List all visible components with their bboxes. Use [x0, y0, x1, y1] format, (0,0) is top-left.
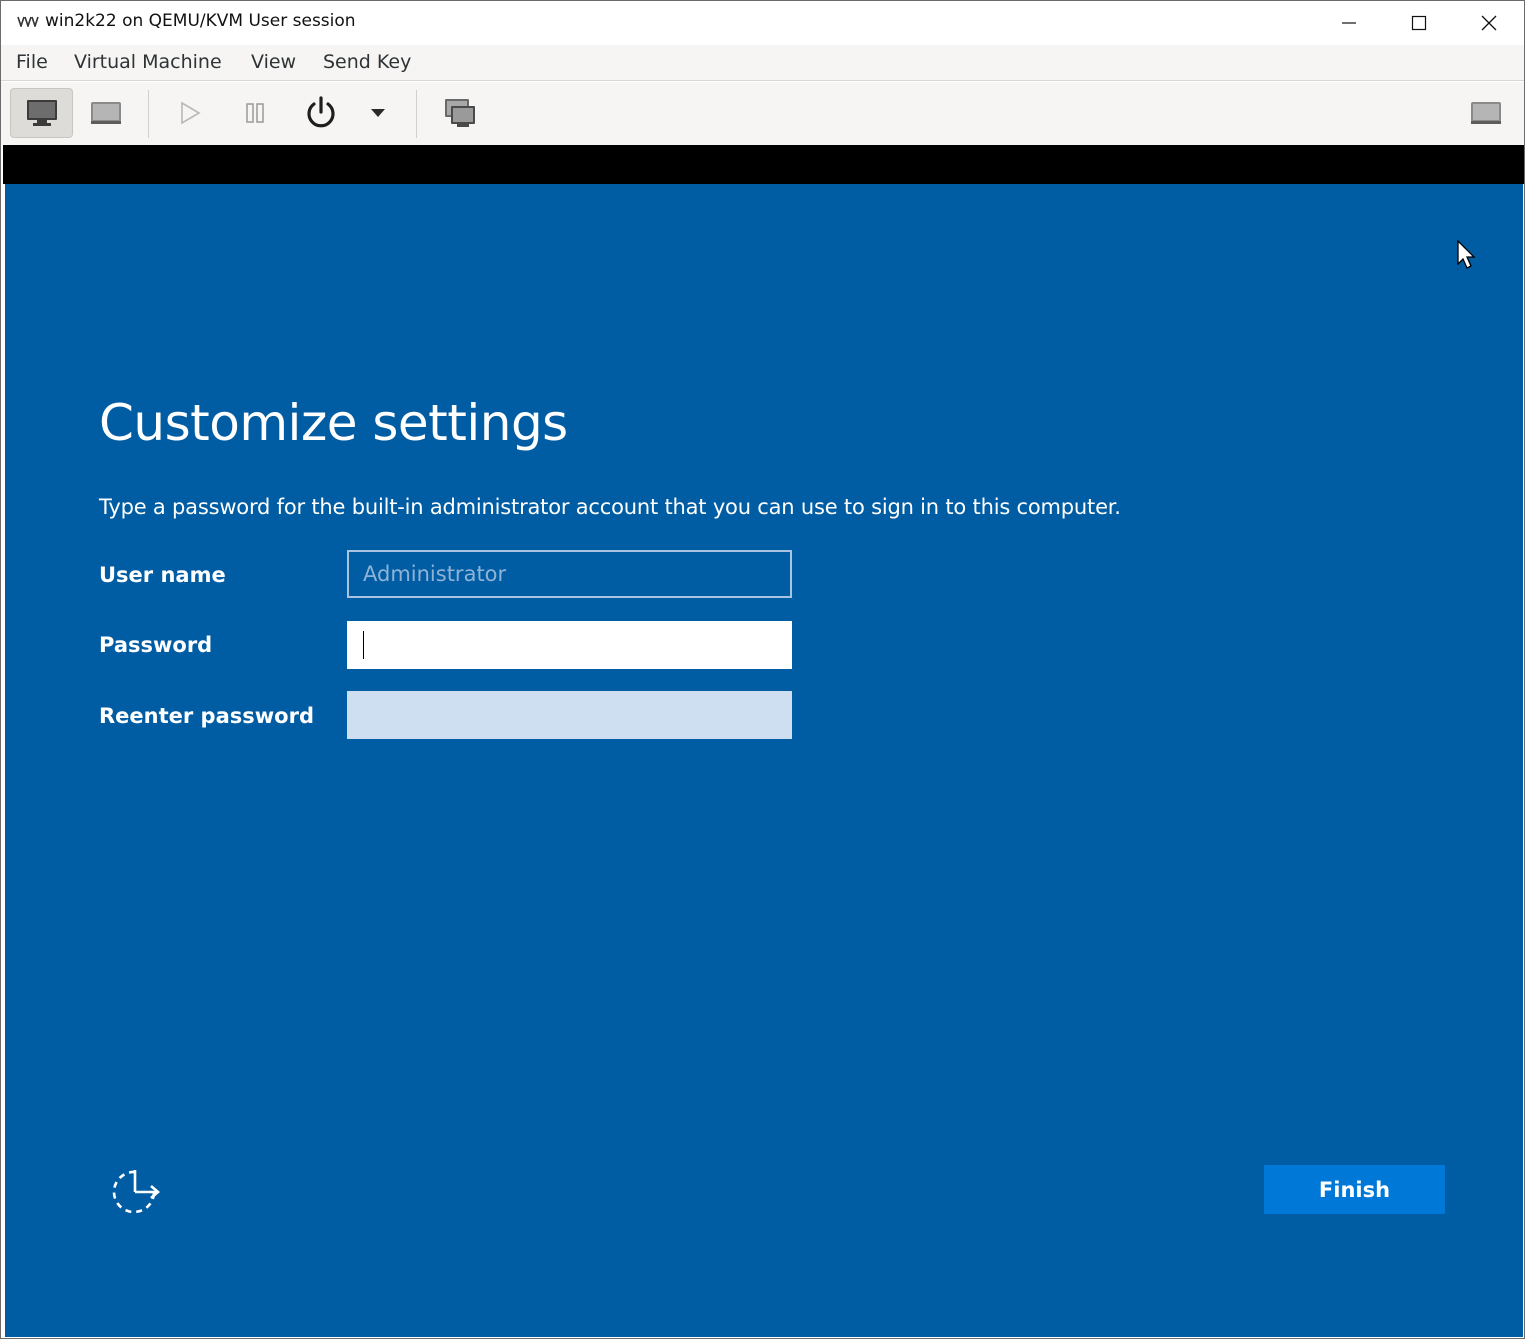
pause-icon [246, 103, 264, 123]
menu-file[interactable]: File [16, 51, 48, 73]
virt-manager-logo-icon [17, 16, 39, 27]
power-icon [307, 96, 335, 128]
close-icon [1481, 15, 1497, 31]
snapshots-button[interactable] [435, 88, 485, 138]
power-menu-dropdown[interactable] [363, 88, 393, 138]
fullscreen-icon [1471, 102, 1501, 124]
ease-of-access-icon[interactable] [109, 1166, 161, 1214]
toolbar-separator [416, 90, 417, 138]
page-title: Customize settings [99, 394, 568, 452]
password-input[interactable] [347, 621, 792, 669]
username-label: User name [99, 563, 226, 587]
menu-virtual-machine[interactable]: Virtual Machine [74, 51, 222, 73]
details-icon [91, 102, 121, 124]
menu-bar: File Virtual Machine View Send Key [1, 45, 1524, 81]
minimize-icon [1342, 22, 1356, 24]
snapshots-icon [445, 99, 475, 127]
minimize-button[interactable] [1314, 1, 1384, 45]
fullscreen-button[interactable] [1461, 88, 1511, 138]
toolbar-separator [148, 90, 149, 138]
text-caret [363, 631, 364, 659]
page-description: Type a password for the built-in adminis… [99, 495, 1121, 519]
reenter-password-label: Reenter password [99, 704, 314, 728]
details-view-button[interactable] [81, 88, 131, 138]
finish-button[interactable]: Finish [1264, 1165, 1445, 1214]
vm-viewer-window: win2k22 on QEMU/KVM User session File Vi… [0, 0, 1525, 1339]
vm-display[interactable]: Customize settings Type a password for t… [5, 184, 1523, 1337]
window-title: win2k22 on QEMU/KVM User session [45, 11, 356, 31]
pause-button[interactable] [231, 88, 279, 138]
password-label: Password [99, 633, 213, 657]
title-bar: win2k22 on QEMU/KVM User session [1, 1, 1524, 45]
close-button[interactable] [1454, 1, 1524, 45]
toolbar [1, 82, 1524, 145]
monitor-icon [26, 100, 57, 126]
mouse-pointer-icon [1457, 240, 1476, 269]
menu-view[interactable]: View [251, 51, 296, 73]
username-field: Administrator [347, 550, 792, 598]
run-button[interactable] [166, 88, 214, 138]
display-border [3, 145, 1524, 184]
console-view-button[interactable] [10, 88, 73, 138]
chevron-down-icon [371, 109, 385, 117]
menu-send-key[interactable]: Send Key [323, 51, 411, 73]
maximize-button[interactable] [1384, 1, 1454, 45]
reenter-password-input[interactable] [347, 691, 792, 739]
maximize-icon [1411, 15, 1427, 31]
play-icon [181, 101, 201, 125]
power-button[interactable] [296, 88, 346, 138]
